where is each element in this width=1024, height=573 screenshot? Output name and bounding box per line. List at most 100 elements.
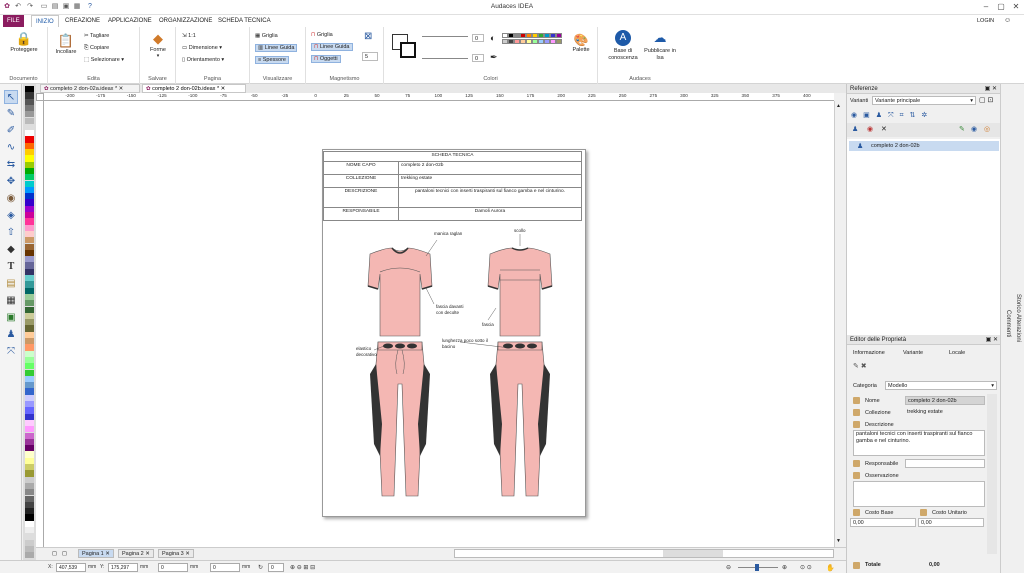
close-small-icon[interactable]: ✕ (881, 125, 887, 133)
stroke-opacity-input[interactable]: 0 (472, 54, 484, 62)
note-icon[interactable]: ▤ (4, 277, 18, 291)
fill-opacity-slider[interactable] (422, 36, 468, 42)
view-linee-guida-button[interactable]: ▥ Linee Guida (255, 44, 298, 52)
doc-tab-02a[interactable]: ✿ completo 2 don-02a.ideax * ✕ (40, 84, 140, 93)
page-tab-3[interactable]: Pagina 3 ✕ (158, 549, 194, 558)
panel-close-icon[interactable]: ▣ ✕ (986, 335, 1001, 345)
figure-icon[interactable]: ♟ (4, 328, 18, 342)
view-spessore-button[interactable]: ≡ Spessore (255, 56, 289, 64)
edit-icons[interactable]: ✎ ✖ (853, 362, 867, 370)
page-nav-icon[interactable]: ◻ (62, 550, 67, 557)
forme-button[interactable]: ◆ Forme ▾ (144, 31, 172, 59)
tab-creazione[interactable]: CREAZIONE (61, 15, 104, 27)
zoom-out-icon[interactable]: ⊖ (726, 564, 731, 571)
user-icon[interactable]: ☺ (1000, 15, 1015, 27)
page-tab-2[interactable]: Pagina 2 ✕ (118, 549, 154, 558)
pin-icon[interactable] (853, 421, 860, 428)
rotate-icon[interactable]: ↻ (258, 564, 263, 571)
palette-button[interactable]: 🎨 Palette (568, 33, 594, 53)
vertical-scrollbar[interactable]: ▲ ▼ (834, 101, 843, 547)
page-tab-1[interactable]: Pagina 1 ✕ (78, 549, 114, 558)
tab-locale[interactable]: Locale (949, 350, 965, 356)
close-button[interactable]: ✕ (1010, 2, 1022, 11)
pin-icon[interactable] (853, 562, 860, 569)
selezionare-button[interactable]: ⬚ Selezionare ▾ (84, 57, 124, 63)
tagliare-button[interactable]: ✂ Tagliare (84, 33, 109, 39)
palette-color[interactable] (25, 552, 34, 559)
fabric-icon[interactable]: ◉ (4, 192, 18, 206)
garment-sketch[interactable] (340, 224, 560, 504)
variante-select[interactable]: Variante principale ▾ (872, 96, 976, 105)
color-swatches[interactable] (502, 33, 562, 63)
responsabile-field[interactable] (905, 459, 985, 468)
pan-hand-icon[interactable]: ✋ (826, 564, 835, 572)
tab-inizio[interactable]: INIZIO (31, 15, 59, 27)
node-edit-icon[interactable]: ✥ (4, 175, 18, 189)
tab-scheda-tecnica[interactable]: SCHEDA TECNICA (214, 15, 275, 27)
curve-icon[interactable]: ∿ (4, 141, 18, 155)
view-griglia-button[interactable]: ▦ Griglia (255, 33, 278, 39)
width-input[interactable]: 0 (158, 563, 188, 572)
text-tool-icon[interactable]: T (4, 260, 18, 274)
login-link[interactable]: LOGIN (973, 15, 998, 27)
swatch-color[interactable] (556, 33, 562, 38)
zoom-fit-icon[interactable]: ⊙ ⊙ (800, 564, 812, 571)
contrast-icon[interactable]: ◐ (490, 33, 495, 43)
select-arrow-icon[interactable]: ↖ (4, 90, 18, 104)
scroll-thumb[interactable] (663, 550, 723, 557)
zoom-slider-thumb[interactable] (755, 564, 759, 571)
dimensione-button[interactable]: ▭ Dimensione ▾ (182, 45, 222, 51)
pin-icon[interactable] (853, 409, 860, 416)
collezione-field[interactable]: trekking estate (905, 408, 985, 417)
rotation-input[interactable]: 0 (268, 563, 284, 572)
proteggere-button[interactable]: 🔒 Proteggere (6, 31, 42, 53)
categoria-select[interactable]: Modello ▾ (885, 381, 997, 390)
mag-oggetti-button[interactable]: ⊓ Oggetti (311, 55, 341, 63)
scroll-down-icon[interactable]: ▼ (836, 538, 841, 544)
variant-actions-icon[interactable]: ▢ ⊡ (979, 96, 993, 104)
pubblicare-isa-button[interactable]: ☁ Pubblicare in Isa (642, 30, 678, 62)
maximize-button[interactable]: ▢ (995, 2, 1007, 11)
doc-tab-02b[interactable]: ✿ completo 2 don-02b.ideax * ✕ (142, 84, 246, 93)
mirror-icon[interactable]: ⇆ (4, 158, 18, 172)
pin-icon[interactable] (853, 509, 860, 516)
swatch-color[interactable] (556, 39, 562, 44)
fill-bucket-icon[interactable]: ◆ (4, 243, 18, 257)
ruler-corner[interactable] (36, 93, 44, 101)
nome-field[interactable]: completo 2 don-02b (905, 396, 985, 405)
list-item[interactable]: ♟ completo 2 don-02b (849, 141, 999, 151)
tab-organizzazione[interactable]: ORGANIZZAZIONE (155, 15, 216, 27)
remove-icon[interactable]: ◉ (867, 125, 873, 133)
incollare-button[interactable]: 📋 Incollare (52, 33, 80, 55)
pin-icon[interactable] (853, 460, 860, 467)
height-input[interactable]: 0 (210, 563, 240, 572)
table-icon[interactable]: ▦ (4, 294, 18, 308)
reference-toolbar-icons[interactable]: ◉▣♟⤧⌗⇅✲ (851, 111, 933, 120)
color-palette[interactable] (23, 84, 36, 562)
pin-icon[interactable] (853, 397, 860, 404)
add-user-icon[interactable]: ♟ (852, 125, 858, 133)
tab-variante[interactable]: Variante (903, 350, 923, 356)
mag-griglia-button[interactable]: ⊓ Griglia (311, 32, 333, 38)
tab-applicazione[interactable]: APPLICAZIONE (104, 15, 156, 27)
pen-icon[interactable]: ✎ (4, 107, 18, 121)
transform-icon[interactable]: ⤧ (4, 345, 18, 359)
stroke-color-swatch[interactable] (400, 42, 416, 58)
eyedropper-icon[interactable]: ✒ (490, 52, 498, 63)
fill-opacity-input[interactable]: 0 (472, 34, 484, 42)
stamp-icon[interactable]: ⇧ (4, 226, 18, 240)
costo-unitario-field[interactable]: 0,00 (918, 518, 984, 527)
stroke-opacity-slider[interactable] (422, 58, 468, 64)
tab-file[interactable]: FILE (3, 15, 24, 27)
mag-linee-guida-button[interactable]: ⊓ Linee Guida (311, 43, 353, 51)
base-conoscenza-button[interactable]: A Base di conoscenza (606, 30, 640, 62)
osservazione-textarea[interactable] (853, 481, 985, 507)
copiare-button[interactable]: ⎘ Copiare (84, 45, 109, 52)
editor-scrollbar[interactable] (987, 394, 997, 554)
image-icon[interactable]: ▣ (4, 311, 18, 325)
snap-settings-icon[interactable]: ⊠ (364, 31, 372, 42)
minimize-button[interactable]: – (980, 2, 992, 11)
edit-pencil-icon[interactable]: ✎ (959, 125, 965, 133)
panel-close-icon[interactable]: ▣ ✕ (985, 84, 1000, 94)
pin-icon[interactable] (853, 472, 860, 479)
